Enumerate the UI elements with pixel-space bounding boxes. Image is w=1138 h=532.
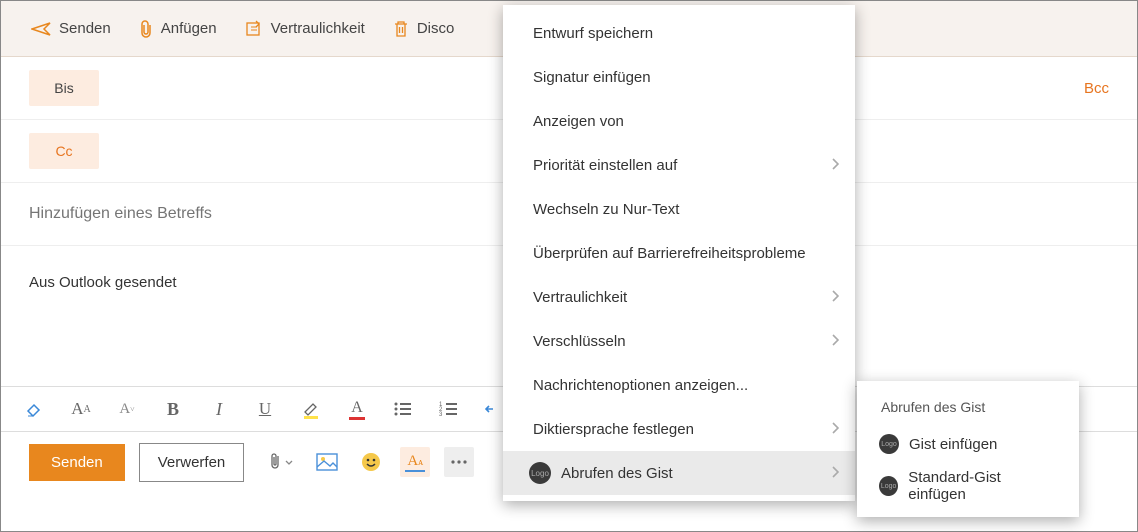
menu-item-6[interactable]: Vertraulichkeit <box>503 275 855 319</box>
toolbar-attach-label: Anfügen <box>161 20 217 37</box>
menu-item-4[interactable]: Wechseln zu Nur-Text <box>503 187 855 231</box>
addin-logo-icon: Logo <box>529 462 551 484</box>
menu-item-label: Priorität einstellen auf <box>533 157 677 174</box>
submenu-item-label: Standard-Gist einfügen <box>908 469 1057 503</box>
menu-item-label: Überprüfen auf Barrierefreiheitsprobleme <box>533 245 806 262</box>
gist-submenu: Abrufen des Gist Logo Gist einfügen Logo St… <box>857 381 1079 517</box>
menu-item-label: Signatur einfügen <box>533 69 651 86</box>
toolbar-send-button[interactable]: Senden <box>31 20 111 37</box>
menu-item-7[interactable]: Verschlüsseln <box>503 319 855 363</box>
submenu-title: Abrufen des Gist <box>857 387 1079 423</box>
send-icon <box>31 21 51 37</box>
menu-item-label: Entwurf speichern <box>533 25 653 42</box>
to-chip[interactable]: Bis <box>29 70 99 106</box>
underline-icon[interactable]: U <box>253 397 277 421</box>
toolbar-confidentiality-label: Vertraulichkeit <box>271 20 365 37</box>
menu-item-label: Anzeigen von <box>533 113 624 130</box>
menu-item-1[interactable]: Signatur einfügen <box>503 55 855 99</box>
bcc-link[interactable]: Bcc <box>1084 80 1109 97</box>
chevron-right-icon <box>831 157 839 174</box>
cc-chip[interactable]: Cc <box>29 133 99 169</box>
menu-item-label: Vertraulichkeit <box>533 289 627 306</box>
more-options-icon[interactable] <box>444 447 474 477</box>
menu-item-10[interactable]: Logo Abrufen des Gist <box>503 451 855 495</box>
chevron-right-icon <box>831 465 839 482</box>
attach-dropdown-icon[interactable] <box>268 447 298 477</box>
highlight-icon[interactable] <box>299 397 323 421</box>
toolbar-send-label: Senden <box>59 20 111 37</box>
bottom-icons-group: Aᴀ <box>268 447 474 477</box>
format-painter-icon[interactable] <box>23 397 47 421</box>
toolbar-confidentiality-button[interactable]: Vertraulichkeit <box>245 20 365 38</box>
italic-icon[interactable]: I <box>207 397 231 421</box>
submenu-item-0[interactable]: Logo Gist einfügen <box>857 423 1079 465</box>
bulleted-list-icon[interactable] <box>391 397 415 421</box>
addin-logo-icon: Logo <box>879 476 898 496</box>
menu-item-8[interactable]: Nachrichtenoptionen anzeigen... <box>503 363 855 407</box>
font-decrease-icon[interactable]: A˅ <box>115 397 139 421</box>
menu-item-label: Diktiersprache festlegen <box>533 421 694 438</box>
paperclip-icon <box>139 20 153 38</box>
chevron-right-icon <box>831 289 839 306</box>
insert-image-icon[interactable] <box>312 447 342 477</box>
numbered-list-icon[interactable]: 123 <box>437 397 461 421</box>
toolbar-discard-button[interactable]: Disco <box>393 20 455 38</box>
menu-item-label: Nachrichtenoptionen anzeigen... <box>533 377 748 394</box>
menu-item-3[interactable]: Priorität einstellen auf <box>503 143 855 187</box>
submenu-item-label: Gist einfügen <box>909 436 997 453</box>
trash-icon <box>393 20 409 38</box>
font-color-icon[interactable]: A <box>345 397 369 421</box>
menu-item-2[interactable]: Anzeigen von <box>503 99 855 143</box>
addin-logo-icon: Logo <box>879 434 899 454</box>
menu-item-9[interactable]: Diktiersprache festlegen <box>503 407 855 451</box>
menu-item-5[interactable]: Überprüfen auf Barrierefreiheitsprobleme <box>503 231 855 275</box>
send-button[interactable]: Senden <box>29 444 125 481</box>
submenu-item-1[interactable]: Logo Standard-Gist einfügen <box>857 465 1079 507</box>
toolbar-attach-button[interactable]: Anfügen <box>139 20 217 38</box>
discard-button[interactable]: Verwerfen <box>139 443 245 482</box>
font-increase-icon[interactable]: AA <box>69 397 93 421</box>
svg-text:3: 3 <box>439 412 443 418</box>
emoji-icon[interactable] <box>356 447 386 477</box>
menu-item-label: Wechseln zu Nur-Text <box>533 201 679 218</box>
bold-icon[interactable]: B <box>161 397 185 421</box>
menu-item-0[interactable]: Entwurf speichern <box>503 11 855 55</box>
menu-item-label: Verschlüsseln <box>533 333 626 350</box>
chevron-right-icon <box>831 421 839 438</box>
more-options-menu: Entwurf speichern Signatur einfügen Anzeig… <box>503 5 855 501</box>
menu-item-label: Abrufen des Gist <box>561 465 673 482</box>
chevron-right-icon <box>831 333 839 350</box>
confidentiality-icon <box>245 20 263 38</box>
formatting-toggle-icon[interactable]: Aᴀ <box>400 447 430 477</box>
toolbar-discard-label: Disco <box>417 20 455 37</box>
